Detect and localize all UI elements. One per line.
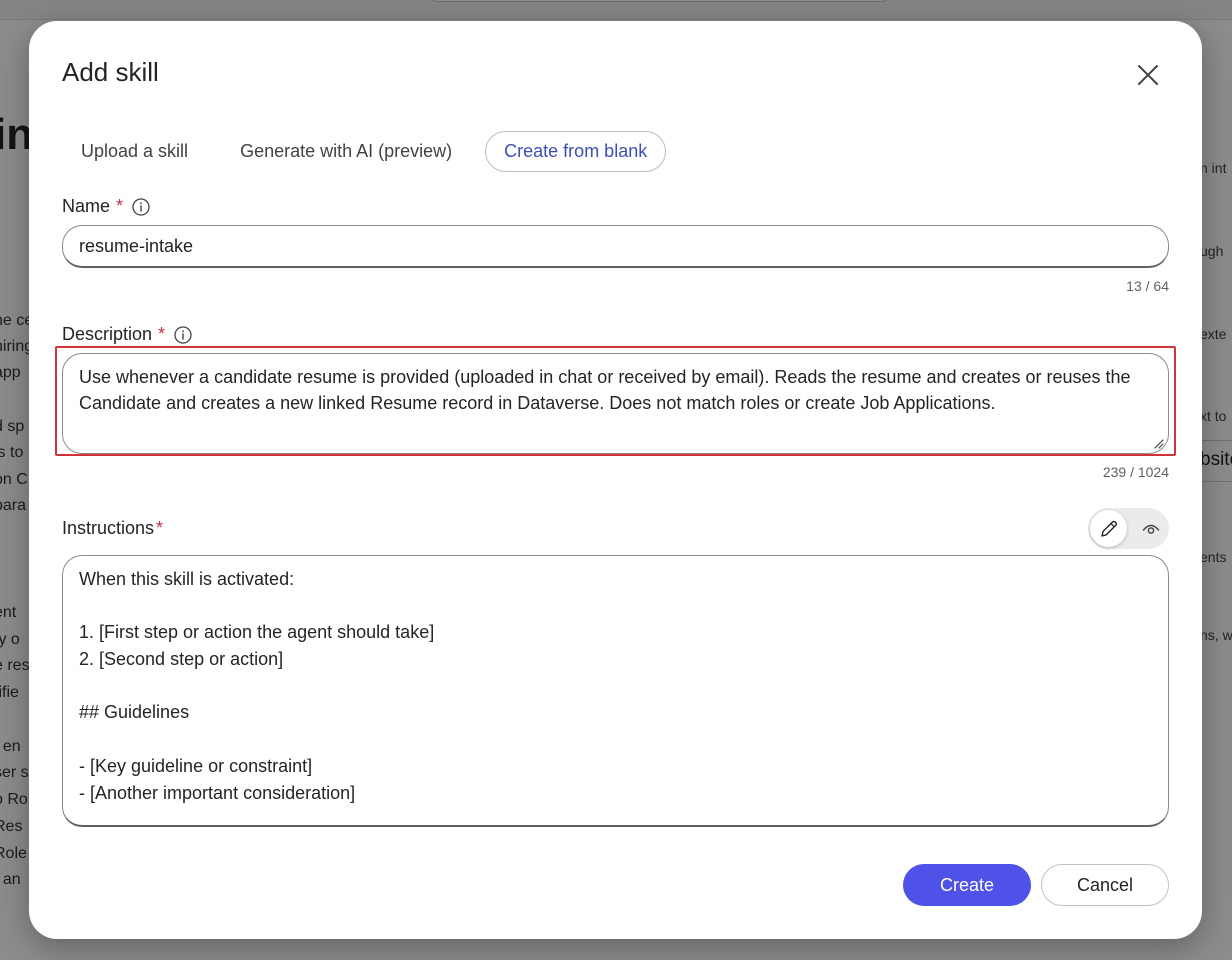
instructions-line	[79, 673, 1152, 700]
description-char-counter: 239 / 1024	[1102, 464, 1169, 480]
close-button[interactable]	[1132, 59, 1164, 91]
info-icon[interactable]	[174, 325, 192, 344]
instructions-line: When this skill is activated:	[79, 569, 295, 589]
tab-list: Upload a skill Generate with AI (preview…	[62, 131, 680, 172]
instructions-label: Instructions *	[62, 518, 163, 539]
description-textarea[interactable]: Use whenever a candidate resume is provi…	[62, 353, 1169, 454]
tab-upload-skill[interactable]: Upload a skill	[62, 131, 207, 172]
instructions-textarea[interactable]: When this skill is activated: 1. [First …	[62, 555, 1169, 827]
close-icon	[1138, 65, 1158, 85]
create-button[interactable]: Create	[903, 864, 1031, 906]
name-label: Name *	[62, 196, 150, 217]
dialog-title: Add skill	[62, 57, 159, 87]
required-mark: *	[156, 518, 164, 538]
instructions-line	[79, 726, 1152, 753]
required-mark: *	[158, 324, 166, 344]
instructions-line: ## Guidelines	[79, 702, 190, 723]
instructions-line	[79, 593, 1152, 620]
tab-create-from-blank[interactable]: Create from blank	[485, 131, 667, 172]
cancel-button[interactable]: Cancel	[1041, 864, 1169, 906]
instructions-line: 2. [Second step or action]	[79, 649, 284, 670]
description-label-text: Description	[62, 324, 153, 344]
name-char-counter: 13 / 64	[1126, 278, 1169, 294]
add-skill-dialog: Add skill Upload a skill Generate with A…	[29, 21, 1202, 939]
info-icon[interactable]	[132, 197, 150, 216]
description-label: Description *	[62, 324, 192, 345]
resize-grip-icon[interactable]	[1152, 437, 1164, 449]
instructions-label-text: Instructions	[62, 518, 155, 538]
required-mark: *	[116, 196, 124, 216]
instructions-line: - [Another important consideration]	[79, 782, 356, 803]
edit-preview-toggle	[1088, 508, 1169, 549]
eye-icon	[1142, 524, 1159, 534]
tab-generate-with-ai[interactable]: Generate with AI (preview)	[221, 131, 471, 172]
pencil-icon	[1100, 520, 1117, 537]
description-text: Use whenever a candidate resume is provi…	[79, 367, 1131, 413]
instructions-line: - [Key guideline or constraint]	[79, 755, 313, 776]
preview-mode-button[interactable]	[1132, 510, 1169, 547]
name-input[interactable]: resume-intake	[62, 225, 1169, 268]
edit-mode-button[interactable]	[1090, 510, 1127, 547]
instructions-line: 1. [First step or action the agent shoul…	[79, 622, 435, 643]
name-label-text: Name	[62, 196, 111, 216]
